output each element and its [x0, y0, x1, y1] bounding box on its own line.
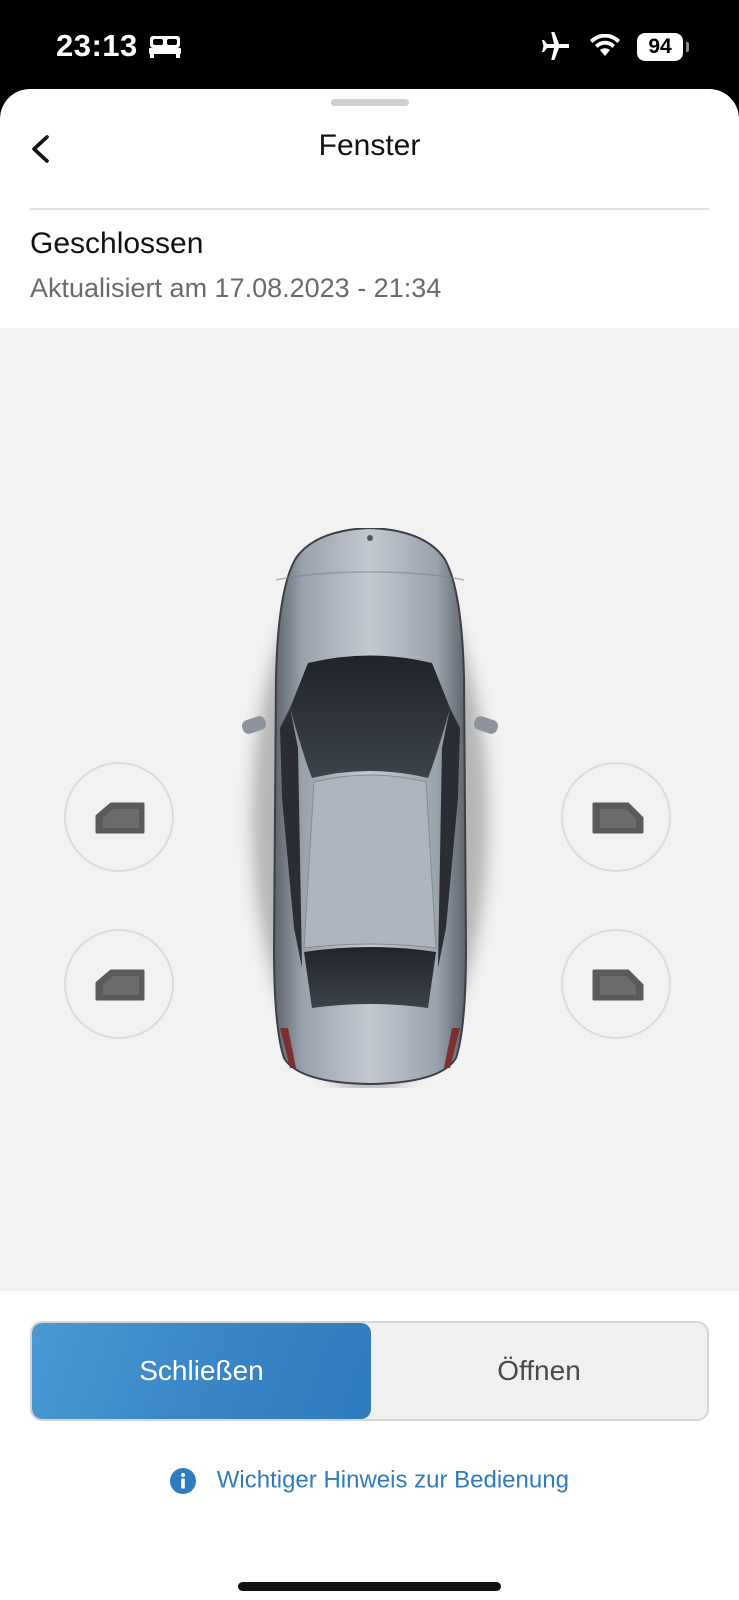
battery-tip: [686, 42, 689, 52]
vehicle-view: [0, 328, 739, 1291]
open-windows-button[interactable]: Öffnen: [371, 1323, 707, 1419]
window-front-right-icon: [592, 802, 644, 834]
window-rear-right-button[interactable]: [561, 929, 671, 1039]
window-controls-panel: Schließen Öffnen Wichtiger Hinweis zur B…: [0, 1291, 739, 1600]
divider: [30, 208, 709, 210]
window-rear-right-icon: [592, 969, 644, 1001]
page-title: Fenster: [318, 129, 421, 162]
home-indicator[interactable]: [238, 1582, 501, 1591]
window-status-title: Geschlossen: [30, 227, 204, 260]
window-front-left-button[interactable]: [64, 762, 174, 872]
window-front-right-button[interactable]: [561, 762, 671, 872]
airplane-icon: [542, 32, 569, 60]
status-bar: 23:13 94: [0, 0, 739, 92]
close-windows-button[interactable]: Schließen: [32, 1323, 371, 1419]
status-time: 23:13: [56, 28, 138, 63]
car-top-view-image: [241, 528, 499, 1088]
operation-hint-label: Wichtiger Hinweis zur Bedienung: [216, 1466, 569, 1494]
window-front-left-icon: [95, 802, 145, 834]
info-icon: [170, 1467, 197, 1494]
bed-icon: [149, 36, 181, 58]
battery-icon: 94: [637, 33, 683, 61]
window-rear-left-button[interactable]: [64, 929, 174, 1039]
last-updated-text: Aktualisiert am 17.08.2023 - 21:34: [30, 273, 442, 303]
sheet-grabber[interactable]: [331, 99, 409, 106]
bottom-sheet: Fenster Geschlossen Aktualisiert am 17.0…: [0, 89, 739, 1600]
window-rear-left-icon: [95, 969, 145, 1001]
open-close-segmented-control: Schließen Öffnen: [30, 1321, 709, 1421]
wifi-icon: [590, 34, 620, 56]
operation-hint-link[interactable]: Wichtiger Hinweis zur Bedienung: [0, 1466, 739, 1495]
